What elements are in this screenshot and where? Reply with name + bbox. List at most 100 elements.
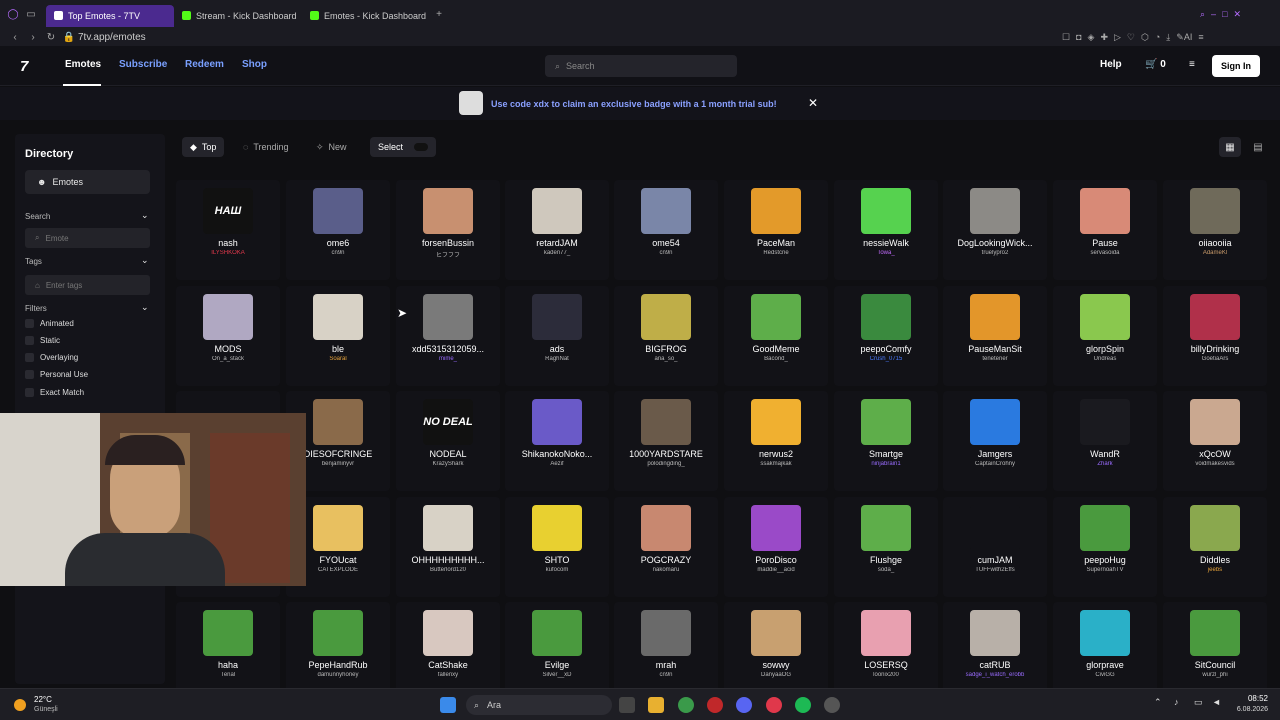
tab-kick-stream[interactable]: Stream - Kick Dashboard bbox=[174, 5, 302, 27]
emote-card[interactable]: Flushge soda_ bbox=[834, 497, 938, 597]
clock-date[interactable]: 6.08.2026 bbox=[1226, 706, 1268, 713]
filter-exact-match[interactable]: Exact Match bbox=[25, 388, 84, 397]
sign-in-button[interactable]: Sign In bbox=[1212, 55, 1260, 77]
tags-input[interactable]: ⌂ Enter tags bbox=[25, 275, 150, 295]
camera-icon[interactable]: ◘ bbox=[1076, 32, 1081, 42]
emote-card[interactable]: НАШ nash ILYSHKOKA bbox=[176, 180, 280, 280]
tab-7tv[interactable]: Top Emotes - 7TV bbox=[46, 4, 174, 27]
volume-icon[interactable]: ◄ bbox=[1212, 697, 1221, 707]
help-link[interactable]: Help bbox=[1100, 59, 1122, 70]
checkbox[interactable] bbox=[25, 370, 34, 379]
emote-card[interactable]: Pause servasoida bbox=[1053, 180, 1157, 280]
chevron-down-icon[interactable]: ⌄ bbox=[141, 255, 149, 266]
emote-card[interactable]: ome6 cn9n bbox=[286, 180, 390, 280]
maximize-icon[interactable]: □ bbox=[1222, 9, 1227, 19]
windows-start-icon[interactable] bbox=[440, 697, 456, 713]
bookmark-icon[interactable]: ☐ bbox=[1062, 32, 1070, 43]
emote-card[interactable]: xQcOW voidmakesvids bbox=[1163, 391, 1267, 491]
emote-card[interactable]: 1000YARDSTARE polodingding_ bbox=[614, 391, 718, 491]
chrome-icon[interactable] bbox=[678, 697, 694, 713]
emote-card[interactable]: glorprave CiviGG bbox=[1053, 602, 1157, 702]
emote-card[interactable]: haha Tenal bbox=[176, 602, 280, 702]
task-view-icon[interactable] bbox=[619, 697, 635, 713]
checkbox[interactable] bbox=[25, 319, 34, 328]
emote-search-input[interactable]: ⌕ Emote bbox=[25, 228, 150, 248]
play-icon[interactable]: ▷ bbox=[1114, 32, 1121, 43]
file-explorer-icon[interactable] bbox=[648, 697, 664, 713]
search-tabs-icon[interactable]: ⌕ bbox=[1200, 9, 1205, 20]
forward-icon[interactable]: › bbox=[24, 32, 42, 43]
emote-card[interactable]: PaceMan Redstcne bbox=[724, 180, 828, 280]
emote-card[interactable]: xdd5315312059... mime_ bbox=[396, 286, 500, 386]
emote-card[interactable]: PauseManSit tenetener bbox=[943, 286, 1047, 386]
vpn-icon[interactable]: ✚ bbox=[1100, 32, 1108, 43]
emote-card[interactable]: PoroDisco maddie__acid bbox=[724, 497, 828, 597]
emote-card[interactable]: Smartge ninjabrain1 bbox=[834, 391, 938, 491]
emote-card[interactable]: catRUB sadge_i_watch_erobb bbox=[943, 602, 1047, 702]
tab-trending[interactable]: ◌ Trending bbox=[235, 137, 297, 157]
opera-icon[interactable] bbox=[766, 697, 782, 713]
cart-button[interactable]: 🛒 0 bbox=[1145, 59, 1166, 70]
emote-card[interactable]: nessieWalk Towa_ bbox=[834, 180, 938, 280]
url-field[interactable]: 7tv.app/emotes bbox=[78, 32, 146, 43]
emote-card[interactable]: ome54 cn9n bbox=[614, 180, 718, 280]
promo-text[interactable]: Use code xdx to claim an exclusive badge… bbox=[491, 99, 777, 109]
filter-animated[interactable]: Animated bbox=[25, 319, 74, 328]
clock-time[interactable]: 08:52 bbox=[1226, 694, 1268, 703]
checkbox[interactable] bbox=[25, 388, 34, 397]
filter-overlaying[interactable]: Overlaying bbox=[25, 353, 78, 362]
emote-card[interactable]: GoodMeme Bacond_ bbox=[724, 286, 828, 386]
filter-personal-use[interactable]: Personal Use bbox=[25, 370, 88, 379]
search-section-label[interactable]: Search bbox=[25, 212, 50, 221]
emote-card[interactable]: POGCRAZY nakomaru bbox=[614, 497, 718, 597]
emote-card[interactable]: DogLookingWick... truelypro2 bbox=[943, 180, 1047, 280]
emote-card[interactable]: ShikanokoNoko... Aezif bbox=[505, 391, 609, 491]
nav-redeem[interactable]: Redeem bbox=[185, 59, 224, 70]
7tv-logo[interactable]: 7 bbox=[20, 58, 28, 75]
obs-icon[interactable] bbox=[824, 697, 840, 713]
emote-card[interactable]: nerwus2 ssakmajkak bbox=[724, 391, 828, 491]
heart-icon[interactable]: ♡ bbox=[1127, 32, 1135, 43]
filters-section-label[interactable]: Filters bbox=[25, 304, 47, 313]
tags-section-label[interactable]: Tags bbox=[25, 257, 42, 266]
tab-top[interactable]: ◆ Top bbox=[182, 137, 225, 157]
profile-icon[interactable]: ◔ bbox=[1155, 32, 1160, 42]
toggle-switch[interactable] bbox=[414, 143, 428, 151]
checkbox[interactable] bbox=[25, 353, 34, 362]
emote-card[interactable]: peepoHug SupernoahTV bbox=[1053, 497, 1157, 597]
emote-card[interactable]: WandR Zhark bbox=[1053, 391, 1157, 491]
ai-icon[interactable]: ✎AI bbox=[1176, 32, 1192, 43]
emote-card[interactable]: SitCouncil wurzl_phi bbox=[1163, 602, 1267, 702]
weather-icon[interactable] bbox=[14, 699, 26, 711]
microphone-icon[interactable]: ♪ bbox=[1174, 697, 1179, 707]
emote-card[interactable]: BIGFROG ana_so_ bbox=[614, 286, 718, 386]
emote-card[interactable]: Jamgers CaptainCrohny bbox=[943, 391, 1047, 491]
select-toggle[interactable]: Select bbox=[370, 137, 436, 157]
chevron-down-icon[interactable]: ⌄ bbox=[141, 302, 149, 313]
close-banner-icon[interactable]: ✕ bbox=[808, 96, 818, 110]
emote-card[interactable]: peepoComfy Crush_0715 bbox=[834, 286, 938, 386]
emote-card[interactable]: forsenBussin ヒフフフ bbox=[396, 180, 500, 280]
emote-card[interactable]: Evilge Silver__xD bbox=[505, 602, 609, 702]
emote-card[interactable]: mrah cn9n bbox=[614, 602, 718, 702]
tab-manager-icon[interactable]: ▭ bbox=[22, 9, 40, 20]
close-icon[interactable]: ✕ bbox=[1234, 9, 1242, 20]
discord-icon[interactable] bbox=[736, 697, 752, 713]
spotify-icon[interactable] bbox=[795, 697, 811, 713]
emote-card[interactable]: billyDrinking GoetiaArs bbox=[1163, 286, 1267, 386]
emote-card[interactable]: SHTO kufocom bbox=[505, 497, 609, 597]
new-tab-icon[interactable]: + bbox=[430, 9, 448, 20]
nav-shop[interactable]: Shop bbox=[242, 59, 267, 70]
emote-card[interactable]: glorpSpin Undreas bbox=[1053, 286, 1157, 386]
emote-card[interactable]: CatShake fallenxy bbox=[396, 602, 500, 702]
emote-card[interactable]: ble Soaral bbox=[286, 286, 390, 386]
filter-static[interactable]: Static bbox=[25, 336, 60, 345]
app-icon[interactable] bbox=[707, 697, 723, 713]
nav-emotes[interactable]: Emotes bbox=[65, 59, 101, 70]
emote-card[interactable]: NO DEAL NODEAL KrazyShark bbox=[396, 391, 500, 491]
emote-card[interactable]: oiiaooiia AdameKl bbox=[1163, 180, 1267, 280]
tray-chevron-icon[interactable]: ⌃ bbox=[1154, 697, 1162, 708]
network-icon[interactable]: ▭ bbox=[1194, 697, 1203, 708]
reload-icon[interactable]: ↻ bbox=[42, 32, 60, 43]
hamburger-menu-icon[interactable]: ≡ bbox=[1189, 59, 1195, 70]
